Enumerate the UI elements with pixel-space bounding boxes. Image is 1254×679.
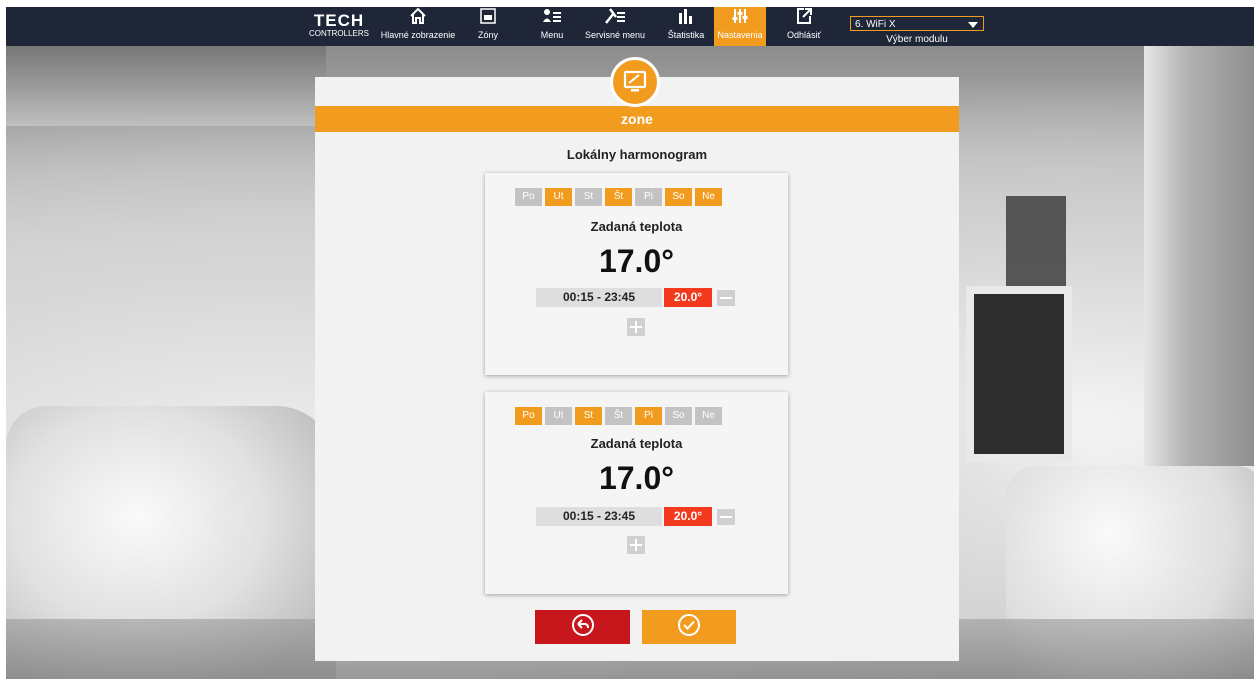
day-thu[interactable]: Št — [605, 407, 632, 425]
statistics-icon — [660, 7, 712, 29]
module-select[interactable]: 6. WiFi X — [850, 16, 984, 31]
nav-logout[interactable]: Odhlásiť — [782, 7, 826, 46]
check-circle-icon — [677, 613, 701, 642]
day-tue[interactable]: Ut — [545, 407, 572, 425]
day-fri[interactable]: Pi — [635, 407, 662, 425]
day-tue[interactable]: Ut — [545, 188, 572, 206]
day-mon[interactable]: Po — [515, 407, 542, 425]
back-arrow-icon — [571, 613, 595, 642]
day-thu[interactable]: Št — [605, 188, 632, 206]
day-mon[interactable]: Po — [515, 188, 542, 206]
top-navigation-bar: TECH CONTROLLERS Hlavné zobrazenie Zóny … — [6, 7, 1254, 46]
service-menu-icon — [574, 7, 656, 29]
set-temperature-value[interactable]: 17.0° — [485, 243, 788, 280]
zone-screen-icon — [610, 57, 660, 107]
confirm-button[interactable] — [642, 610, 736, 644]
day-sun[interactable]: Ne — [695, 188, 722, 206]
interval-temperature[interactable]: 20.0° — [664, 288, 712, 307]
zones-icon — [468, 7, 508, 29]
nav-statistics[interactable]: Štatistika — [660, 7, 712, 46]
nav-settings[interactable]: Nastavenia — [714, 7, 766, 46]
day-selector: Po Ut St Št Pi So Ne — [515, 188, 725, 206]
schedule-card: Po Ut St Št Pi So Ne Zadaná teplota 17.0… — [485, 392, 788, 594]
chevron-down-icon — [968, 22, 978, 28]
set-temperature-label: Zadaná teplota — [590, 436, 683, 451]
logout-icon — [782, 7, 826, 29]
local-schedule-title: Lokálny harmonogram — [566, 147, 708, 162]
settings-icon — [714, 7, 766, 29]
schedule-card: Po Ut St Št Pi So Ne Zadaná teplota 17.0… — [485, 173, 788, 375]
menu-icon — [530, 7, 574, 29]
day-fri[interactable]: Pi — [635, 188, 662, 206]
back-button[interactable] — [535, 610, 630, 644]
zone-title-bar: zone — [315, 106, 959, 132]
interval-temperature[interactable]: 20.0° — [664, 507, 712, 526]
module-select-value: 6. WiFi X — [855, 19, 896, 30]
day-wed[interactable]: St — [575, 407, 602, 425]
home-icon — [378, 7, 458, 29]
nav-main-view[interactable]: Hlavné zobrazenie — [378, 7, 458, 46]
nav-service-menu[interactable]: Servisné menu — [574, 7, 656, 46]
set-temperature-label: Zadaná teplota — [590, 219, 683, 234]
day-sun[interactable]: Ne — [695, 407, 722, 425]
day-wed[interactable]: St — [575, 188, 602, 206]
day-sat[interactable]: So — [665, 188, 692, 206]
day-selector: Po Ut St Št Pi So Ne — [515, 407, 725, 425]
time-interval[interactable]: 00:15 - 23:45 — [536, 507, 662, 526]
remove-interval-button[interactable] — [717, 509, 735, 525]
time-interval[interactable]: 00:15 - 23:45 — [536, 288, 662, 307]
set-temperature-value[interactable]: 17.0° — [485, 460, 788, 497]
day-sat[interactable]: So — [665, 407, 692, 425]
nav-menu[interactable]: Menu — [530, 7, 574, 46]
remove-interval-button[interactable] — [717, 290, 735, 306]
nav-zones[interactable]: Zóny — [468, 7, 508, 46]
module-select-caption: Výber modulu — [886, 34, 948, 45]
add-interval-button[interactable] — [627, 536, 645, 554]
brand-logo: TECH CONTROLLERS — [308, 11, 369, 38]
add-interval-button[interactable] — [627, 318, 645, 336]
